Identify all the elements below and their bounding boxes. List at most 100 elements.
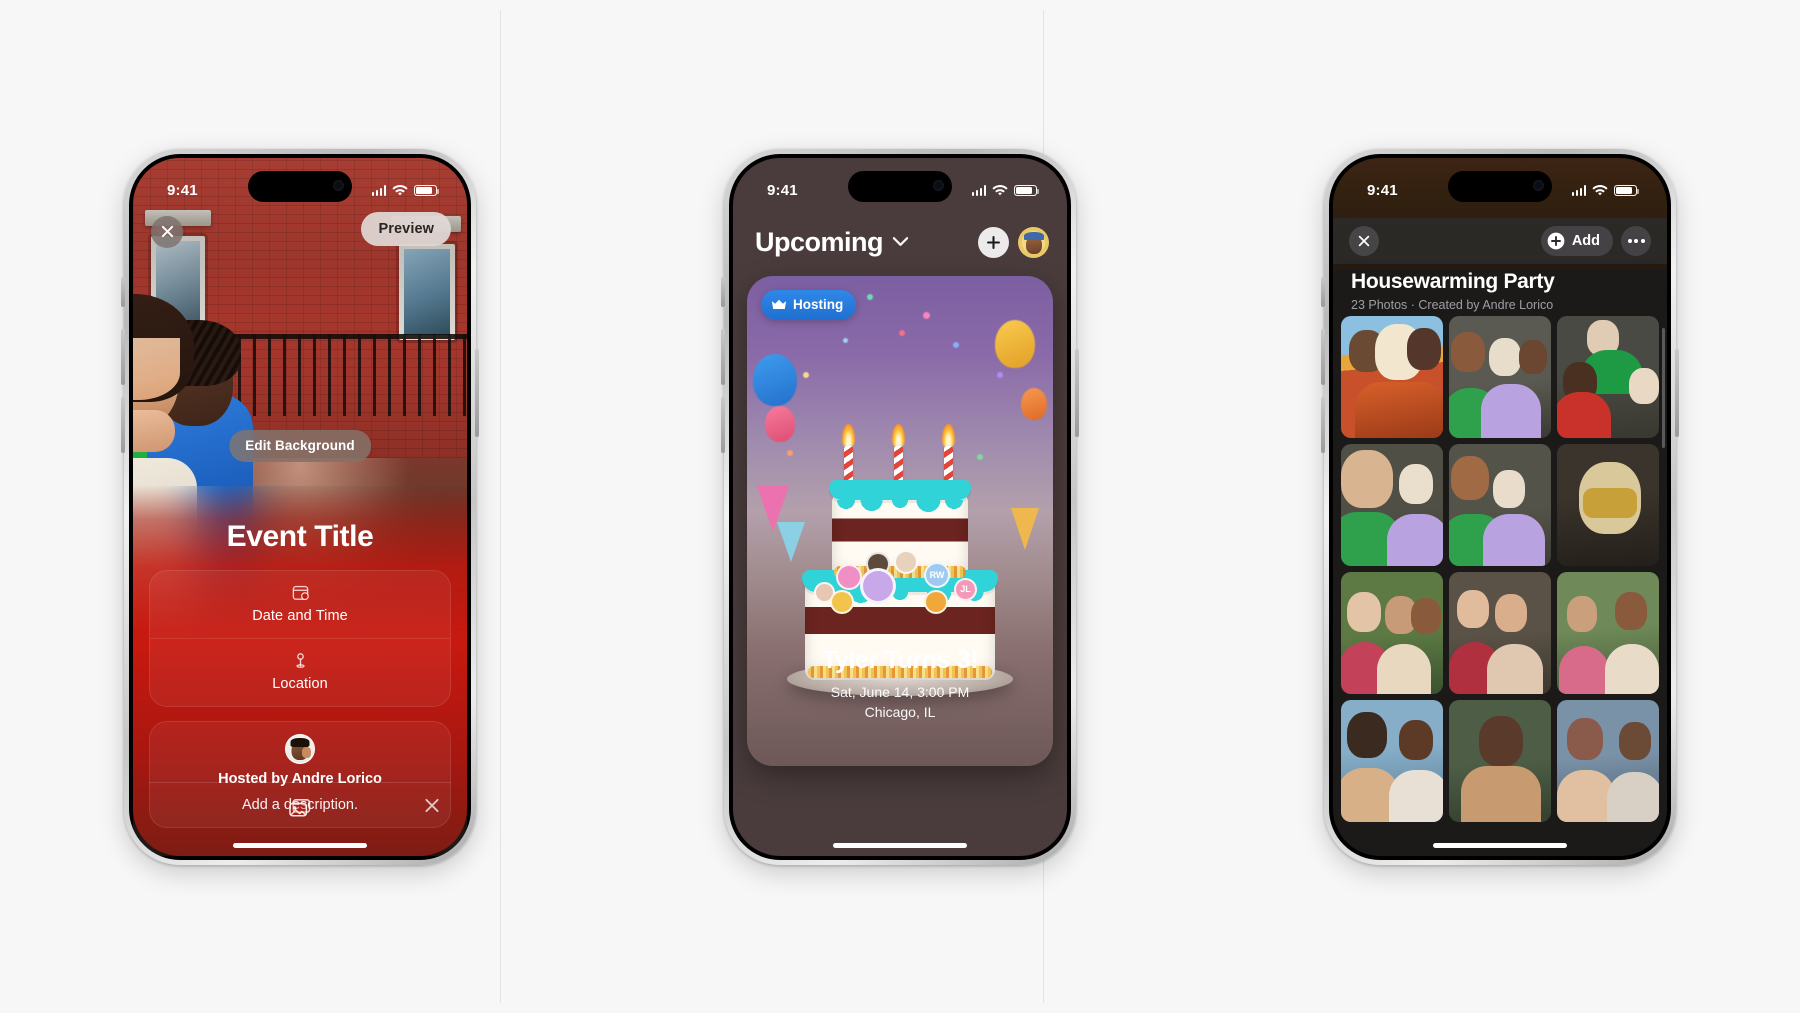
close-button[interactable] [151, 215, 183, 248]
add-photos-button[interactable]: Add [1540, 225, 1613, 256]
attendee-avatar[interactable] [836, 563, 862, 590]
wifi-icon [992, 184, 1008, 195]
page-title[interactable]: Upcoming [755, 227, 884, 258]
photo-thumbnail[interactable] [1557, 443, 1659, 566]
battery-icon [1014, 184, 1040, 197]
wifi-icon [1592, 184, 1608, 195]
attendee-avatar[interactable] [924, 589, 948, 614]
volume-up-button[interactable] [121, 328, 125, 385]
close-icon [1358, 235, 1370, 246]
chevron-down-icon[interactable] [892, 234, 909, 252]
dynamic-island [248, 170, 352, 202]
power-button[interactable] [475, 348, 479, 437]
calendar-icon [292, 585, 309, 600]
phone-bezel: 9:41 Preview Edit Background Event Title… [129, 153, 471, 860]
silent-switch[interactable] [721, 276, 725, 307]
volume-down-button[interactable] [721, 396, 725, 453]
power-button[interactable] [1675, 348, 1679, 437]
power-button[interactable] [1075, 348, 1079, 437]
event-fields-card: Date and Time Location [149, 569, 451, 707]
close-button[interactable] [1349, 225, 1379, 256]
status-time: 9:41 [167, 182, 198, 199]
event-title-input[interactable]: Event Title [149, 486, 451, 554]
add-event-button[interactable] [978, 227, 1009, 258]
photo-thumbnail[interactable] [1341, 443, 1443, 566]
screenshot-stage: 9:41 Preview Edit Background Event Title… [0, 0, 1800, 1013]
phone-bezel: 9:41 Upcoming Hosting RW JL Tyler Turns … [729, 153, 1071, 860]
wifi-icon [392, 184, 408, 195]
volume-up-button[interactable] [721, 328, 725, 385]
event-card[interactable]: Hosting RW JL Tyler Turns 3! Sat, June 1… [747, 275, 1053, 766]
profile-avatar[interactable] [1018, 227, 1049, 258]
home-indicator[interactable] [233, 842, 367, 848]
status-time: 9:41 [1367, 182, 1398, 199]
edit-background-button[interactable]: Edit Background [229, 429, 371, 462]
album-header: Housewarming Party 23 Photos · Created b… [1351, 270, 1649, 312]
photo-thumbnail[interactable] [1341, 315, 1443, 438]
status-indicators [971, 184, 1040, 197]
location-pin-icon [295, 652, 305, 668]
signal-bars-icon [971, 185, 986, 196]
attendee-avatar-primary[interactable] [860, 567, 896, 604]
hosting-badge: Hosting [761, 289, 857, 320]
event-card-text: Tyler Turns 3! Sat, June 14, 3:00 PM Chi… [747, 646, 1053, 720]
photo-thumbnail[interactable] [1449, 571, 1551, 694]
dynamic-island [848, 170, 952, 202]
phone-screen-2: 9:41 Upcoming Hosting RW JL Tyler Turns … [733, 157, 1067, 856]
phone-screen-1: 9:41 Preview Edit Background Event Title… [133, 157, 467, 856]
battery-icon [414, 184, 440, 197]
iphone-frame-2: 9:41 Upcoming Hosting RW JL Tyler Turns … [721, 148, 1079, 865]
location-row[interactable]: Location [150, 637, 450, 706]
close-icon [425, 798, 439, 813]
host-avatar [285, 733, 315, 764]
close-icon [161, 225, 173, 238]
attendee-avatar[interactable] [894, 549, 918, 574]
preview-button[interactable]: Preview [361, 211, 451, 246]
dynamic-island [1448, 170, 1552, 202]
attendee-initials-avatar[interactable]: JL [954, 577, 977, 601]
attendee-initials-avatar[interactable]: RW [924, 561, 950, 588]
event-datetime: Sat, June 14, 3:00 PM [830, 683, 970, 700]
date-and-time-row[interactable]: Date and Time [150, 571, 450, 638]
status-indicators [1571, 184, 1640, 197]
status-time: 9:41 [767, 182, 798, 199]
plus-circle-icon [1547, 232, 1565, 249]
signal-bars-icon [1571, 185, 1586, 196]
editor-toolbar [149, 781, 451, 834]
toolbar-close-button[interactable] [423, 797, 441, 820]
location-label: Location [272, 675, 328, 692]
photo-thumbnail[interactable] [1557, 571, 1659, 694]
attendee-avatars[interactable]: RW JL [800, 549, 1000, 614]
hosting-badge-label: Hosting [793, 297, 844, 312]
album-subtitle: 23 Photos · Created by Andre Lorico [1351, 297, 1554, 312]
photo-thumbnail[interactable] [1341, 571, 1443, 694]
photo-thumbnail[interactable] [1341, 699, 1443, 822]
panel-event-editor: 9:41 Preview Edit Background Event Title… [0, 0, 600, 1013]
scroll-indicator[interactable] [1662, 327, 1665, 448]
silent-switch[interactable] [1321, 276, 1325, 307]
event-title: Tyler Turns 3! [821, 645, 978, 674]
upcoming-header: Upcoming [733, 216, 1067, 270]
panel-upcoming: 9:41 Upcoming Hosting RW JL Tyler Turns … [600, 0, 1200, 1013]
photos-icon[interactable] [288, 798, 312, 818]
attendee-avatar[interactable] [830, 589, 854, 614]
photo-thumbnail[interactable] [1449, 699, 1551, 822]
photo-grid[interactable] [1341, 315, 1659, 856]
signal-bars-icon [371, 185, 386, 196]
status-indicators [371, 184, 440, 197]
silent-switch[interactable] [121, 276, 125, 307]
home-indicator[interactable] [833, 842, 967, 848]
phone-bezel: 9:41 Add Housewarming Party 23 Photos · … [1329, 153, 1671, 860]
volume-up-button[interactable] [1321, 328, 1325, 385]
volume-down-button[interactable] [121, 396, 125, 453]
photo-thumbnail[interactable] [1557, 315, 1659, 438]
battery-icon [1614, 184, 1640, 197]
photo-thumbnail[interactable] [1557, 699, 1659, 822]
photo-thumbnail[interactable] [1449, 315, 1551, 438]
add-photos-label: Add [1571, 232, 1600, 249]
home-indicator[interactable] [1433, 842, 1567, 848]
date-and-time-label: Date and Time [252, 607, 348, 624]
volume-down-button[interactable] [1321, 396, 1325, 453]
photo-thumbnail[interactable] [1449, 443, 1551, 566]
more-options-button[interactable] [1621, 225, 1651, 256]
